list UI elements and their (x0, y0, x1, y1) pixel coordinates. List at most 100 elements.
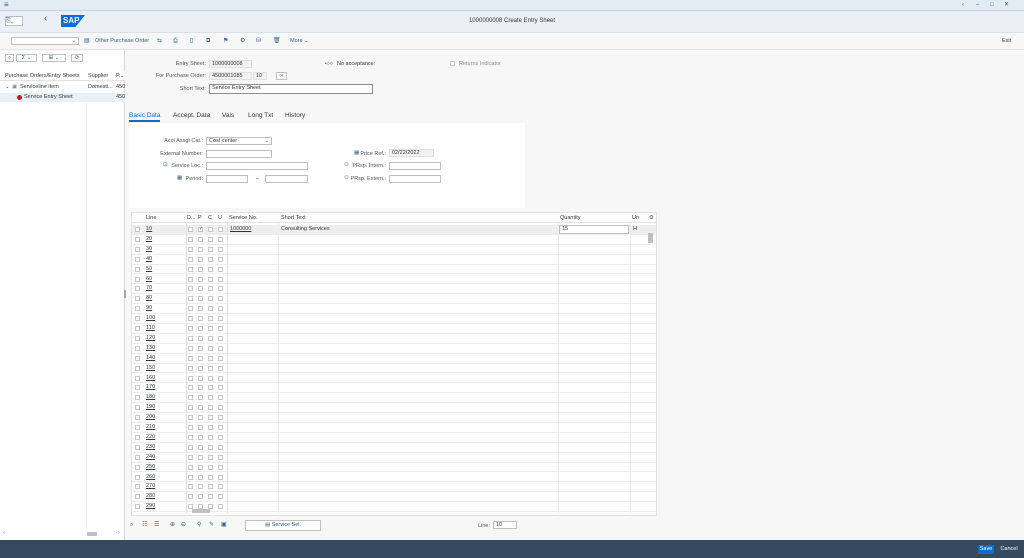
d-checkbox[interactable] (188, 236, 193, 242)
tab-accept-data[interactable]: Accept. Data (173, 112, 210, 119)
table-row[interactable]: 170 (132, 383, 656, 394)
c-checkbox[interactable] (208, 454, 213, 460)
u-checkbox[interactable] (218, 345, 223, 351)
col-d[interactable]: D... (187, 213, 196, 223)
u-checkbox[interactable] (218, 256, 223, 262)
col-unit[interactable]: Un (632, 213, 639, 223)
d-checkbox[interactable] (188, 296, 193, 302)
line-number[interactable]: 230 (146, 443, 155, 452)
line-field[interactable]: 10 (493, 521, 517, 529)
d-checkbox[interactable] (188, 266, 193, 272)
service-sel-button[interactable]: ▤ Service Sel. (245, 520, 321, 531)
row-select-checkbox[interactable] (135, 454, 140, 460)
u-checkbox[interactable] (218, 246, 223, 252)
delete-icon[interactable]: 🗑 (273, 37, 281, 45)
u-checkbox[interactable] (218, 454, 223, 460)
line-number[interactable]: 70 (146, 284, 152, 293)
table-row[interactable]: 210 (132, 423, 656, 433)
c-checkbox[interactable] (208, 227, 213, 232)
u-checkbox[interactable] (218, 326, 223, 331)
line-number[interactable]: 40 (146, 255, 152, 264)
row-select-checkbox[interactable] (135, 266, 140, 272)
row-select-checkbox[interactable] (135, 415, 140, 421)
u-checkbox[interactable] (218, 306, 223, 312)
splitter-handle[interactable] (124, 290, 126, 298)
line-number[interactable]: 30 (146, 245, 152, 254)
table-row[interactable]: 10 ✓ 1000000 Consulting Services 15 H (132, 225, 656, 235)
table-row[interactable]: 220 (132, 433, 656, 443)
row-select-checkbox[interactable] (135, 296, 140, 302)
p-checkbox[interactable] (198, 306, 203, 312)
table-row[interactable]: 250 (132, 463, 656, 473)
line-number[interactable]: 120 (146, 334, 155, 343)
row-select-checkbox[interactable] (135, 345, 140, 351)
u-checkbox[interactable] (218, 227, 223, 232)
col-quantity[interactable]: Quantity (560, 213, 580, 223)
c-checkbox[interactable] (208, 256, 213, 262)
row-select-checkbox[interactable] (135, 236, 140, 242)
c-checkbox[interactable] (208, 405, 213, 411)
expand-icon[interactable]: ⌄ (5, 84, 10, 90)
tab-vals[interactable]: Vals (222, 112, 234, 119)
row-select-checkbox[interactable] (135, 326, 140, 331)
scroll-left-icon[interactable]: ‹ (3, 530, 5, 536)
page-icon[interactable]: ▯ (190, 37, 193, 45)
table-row[interactable]: 20 (132, 235, 656, 245)
col-service-no[interactable]: Service No. (229, 213, 257, 223)
line-number[interactable]: 290 (146, 502, 155, 511)
col-u[interactable]: U (218, 213, 222, 223)
line-number[interactable]: 220 (146, 433, 155, 442)
c-checkbox[interactable] (208, 444, 213, 450)
table-row[interactable]: 40 (132, 255, 656, 265)
u-checkbox[interactable] (218, 484, 223, 490)
d-checkbox[interactable] (188, 335, 193, 341)
row-select-checkbox[interactable] (135, 405, 140, 411)
tree-row-selected[interactable]: Service Entry Sheet 450 (0, 93, 125, 102)
c-checkbox[interactable] (208, 415, 213, 421)
p-checkbox[interactable] (198, 256, 203, 262)
row-select-checkbox[interactable] (135, 395, 140, 401)
quantity-input[interactable] (559, 225, 629, 234)
row-select-checkbox[interactable] (135, 494, 140, 500)
table-row[interactable]: 90 (132, 304, 656, 315)
c-checkbox[interactable] (208, 395, 213, 401)
c-checkbox[interactable] (208, 464, 213, 470)
u-checkbox[interactable] (218, 355, 223, 361)
image-icon[interactable]: ▣ (221, 521, 227, 529)
po-lookup-button[interactable]: ∞ (276, 72, 287, 80)
p-checkbox[interactable] (198, 425, 203, 430)
more-button[interactable]: More ⌄ (290, 37, 309, 45)
u-checkbox[interactable] (218, 316, 223, 322)
p-checkbox[interactable] (198, 266, 203, 272)
row-select-checkbox[interactable] (135, 385, 140, 391)
d-checkbox[interactable] (188, 464, 193, 470)
table-row[interactable]: 190 (132, 403, 656, 414)
c-checkbox[interactable] (208, 286, 213, 292)
line-number[interactable]: 150 (146, 364, 155, 373)
p-checkbox[interactable] (198, 395, 203, 401)
tab-long-txt[interactable]: Long Txt (248, 112, 273, 119)
col-line[interactable]: Line (146, 213, 156, 223)
table-row[interactable]: 100 (132, 314, 656, 324)
row-select-checkbox[interactable] (135, 444, 140, 450)
table-row[interactable]: 160 (132, 374, 656, 384)
command-field[interactable]: ⌄ (11, 37, 79, 45)
table-row[interactable]: 290 (132, 502, 656, 513)
line-number[interactable]: 20 (146, 235, 152, 244)
u-checkbox[interactable] (218, 266, 223, 272)
p-checkbox[interactable] (198, 316, 203, 322)
row-select-checkbox[interactable] (135, 227, 140, 232)
p-checkbox[interactable] (198, 246, 203, 252)
d-checkbox[interactable] (188, 345, 193, 351)
row-select-checkbox[interactable] (135, 246, 140, 252)
row-select-checkbox[interactable] (135, 504, 140, 510)
col-c[interactable]: C (208, 213, 212, 223)
chevron-left-icon[interactable]: ‹ (962, 1, 964, 9)
d-checkbox[interactable] (188, 246, 193, 252)
p-checkbox[interactable] (198, 345, 203, 351)
d-checkbox[interactable] (188, 434, 193, 440)
line-number[interactable]: 140 (146, 354, 155, 363)
c-checkbox[interactable] (208, 326, 213, 331)
table-row[interactable]: 260 (132, 473, 656, 483)
table-row[interactable]: 240 (132, 453, 656, 463)
